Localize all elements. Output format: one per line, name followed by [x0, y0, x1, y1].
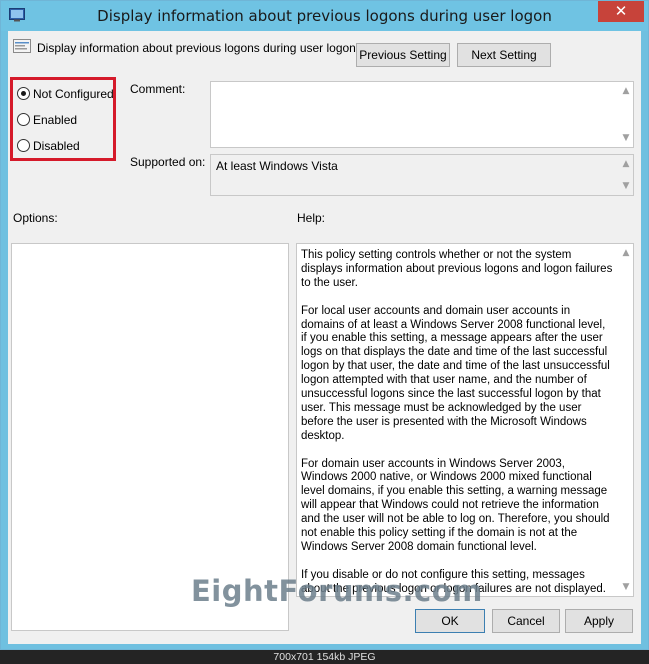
ok-button[interactable]: OK: [415, 609, 485, 633]
cancel-button[interactable]: Cancel: [492, 609, 560, 633]
radio-button-selected[interactable]: [17, 87, 30, 100]
dialog-body: Display information about previous logon…: [8, 31, 641, 644]
options-pane: [11, 243, 289, 631]
site-watermark: EightForums.com: [191, 574, 483, 608]
scroll-down-icon[interactable]: ▼: [622, 583, 630, 592]
policy-app-icon: [9, 8, 25, 22]
image-info-bar: 700x701 154kb JPEG: [0, 650, 649, 664]
state-radio-group: Not Configured Enabled Disabled: [10, 77, 116, 161]
help-paragraph: For domain user accounts in Windows Serv…: [301, 457, 610, 553]
next-setting-button[interactable]: Next Setting: [457, 43, 551, 67]
help-text: This policy setting controls whether or …: [301, 249, 613, 596]
previous-setting-label: Previous Setting: [359, 48, 447, 62]
comment-textarea[interactable]: ▲ ▼: [210, 81, 634, 148]
supported-on-scrollbar[interactable]: ▲ ▼: [619, 155, 633, 195]
title-bar[interactable]: Display information about previous logon…: [1, 1, 648, 31]
apply-button[interactable]: Apply: [565, 609, 633, 633]
help-scrollbar[interactable]: ▲ ▼: [619, 244, 633, 596]
comment-label: Comment:: [130, 82, 186, 96]
image-info-text: 700x701 154kb JPEG: [273, 651, 376, 663]
close-icon: ✕: [614, 2, 628, 20]
help-label: Help:: [297, 211, 326, 225]
supported-on-value: At least Windows Vista: [216, 159, 338, 173]
scroll-up-icon[interactable]: ▲: [622, 160, 630, 169]
radio-label: Enabled: [33, 113, 78, 127]
cancel-label: Cancel: [507, 614, 545, 628]
help-paragraph: For local user accounts and domain user …: [301, 304, 610, 442]
policy-setting-icon: [13, 39, 31, 55]
previous-setting-button[interactable]: Previous Setting: [356, 43, 450, 67]
setting-name: Display information about previous logon…: [37, 41, 356, 55]
scroll-down-icon[interactable]: ▼: [622, 134, 630, 143]
supported-on-field: At least Windows Vista ▲ ▼: [210, 154, 634, 196]
window-title: Display information about previous logon…: [97, 7, 552, 25]
apply-label: Apply: [583, 614, 615, 628]
close-button[interactable]: ✕: [598, 1, 644, 22]
help-paragraph: This policy setting controls whether or …: [301, 249, 613, 289]
scroll-up-icon[interactable]: ▲: [622, 87, 630, 96]
scroll-up-icon[interactable]: ▲: [622, 249, 630, 258]
radio-button[interactable]: [17, 139, 30, 152]
help-pane[interactable]: This policy setting controls whether or …: [296, 243, 634, 597]
next-setting-label: Next Setting: [471, 48, 537, 62]
scroll-down-icon[interactable]: ▼: [622, 182, 630, 191]
ok-label: OK: [441, 614, 459, 628]
options-label: Options:: [13, 211, 58, 225]
radio-label: Disabled: [33, 139, 80, 153]
policy-setting-window: Display information about previous logon…: [0, 0, 649, 650]
supported-on-label: Supported on:: [130, 155, 206, 169]
radio-button[interactable]: [17, 113, 30, 126]
comment-scrollbar[interactable]: ▲ ▼: [619, 82, 633, 147]
radio-label: Not Configured: [33, 87, 114, 101]
